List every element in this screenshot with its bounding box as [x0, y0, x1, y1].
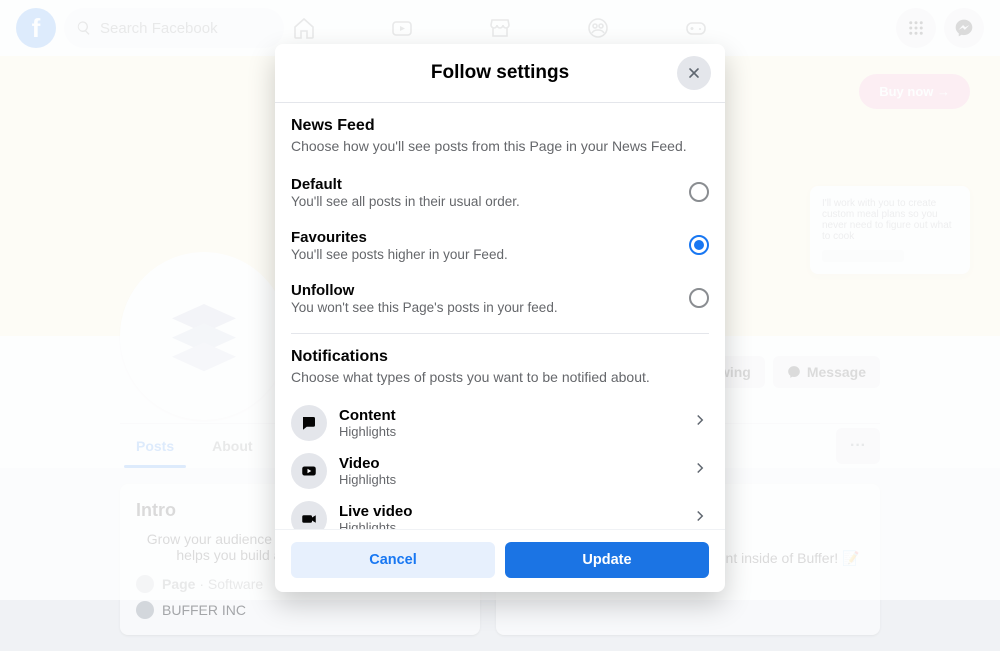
content-icon	[291, 405, 327, 441]
notifications-desc: Choose what types of posts you want to b…	[291, 368, 709, 387]
live-video-icon	[291, 501, 327, 529]
chevron-right-icon	[691, 411, 709, 434]
info-icon	[136, 601, 154, 619]
close-icon	[686, 65, 702, 81]
notif-title: Content	[339, 407, 679, 424]
option-title: Favourites	[291, 229, 689, 246]
newsfeed-option-unfollow[interactable]: Unfollow You won't see this Page's posts…	[291, 274, 709, 327]
option-desc: You'll see all posts in their usual orde…	[291, 194, 689, 209]
intro-company: BUFFER INC	[162, 602, 246, 618]
option-desc: You won't see this Page's posts in your …	[291, 300, 689, 315]
modal-header: Follow settings	[275, 44, 725, 103]
radio-icon[interactable]	[689, 235, 709, 255]
newsfeed-heading: News Feed	[291, 117, 709, 135]
update-button[interactable]: Update	[505, 542, 709, 578]
notif-sub: Highlights	[339, 472, 679, 487]
section-divider	[291, 333, 709, 334]
chevron-right-icon	[691, 459, 709, 482]
option-title: Default	[291, 176, 689, 193]
modal-footer: Cancel Update	[275, 529, 725, 592]
modal-title: Follow settings	[275, 62, 725, 84]
chevron-right-icon	[691, 507, 709, 529]
video-icon	[291, 453, 327, 489]
option-title: Unfollow	[291, 282, 689, 299]
notif-row-content[interactable]: Content Highlights	[291, 399, 709, 447]
notif-sub: Highlights	[339, 424, 679, 439]
newsfeed-option-default[interactable]: Default You'll see all posts in their us…	[291, 168, 709, 221]
notif-row-video[interactable]: Video Highlights	[291, 447, 709, 495]
option-desc: You'll see posts higher in your Feed.	[291, 247, 689, 262]
notif-row-live-video[interactable]: Live video Highlights	[291, 495, 709, 529]
cancel-button[interactable]: Cancel	[291, 542, 495, 578]
modal-overlay[interactable]: Follow settings News Feed Choose how you…	[0, 0, 1000, 600]
newsfeed-option-favourites[interactable]: Favourites You'll see posts higher in yo…	[291, 221, 709, 274]
radio-icon[interactable]	[689, 288, 709, 308]
newsfeed-desc: Choose how you'll see posts from this Pa…	[291, 137, 709, 156]
radio-icon[interactable]	[689, 182, 709, 202]
notif-title: Live video	[339, 503, 679, 520]
notifications-heading: Notifications	[291, 348, 709, 366]
close-button[interactable]	[677, 56, 711, 90]
notif-sub: Highlights	[339, 520, 679, 529]
notif-title: Video	[339, 455, 679, 472]
follow-settings-modal: Follow settings News Feed Choose how you…	[275, 44, 725, 592]
